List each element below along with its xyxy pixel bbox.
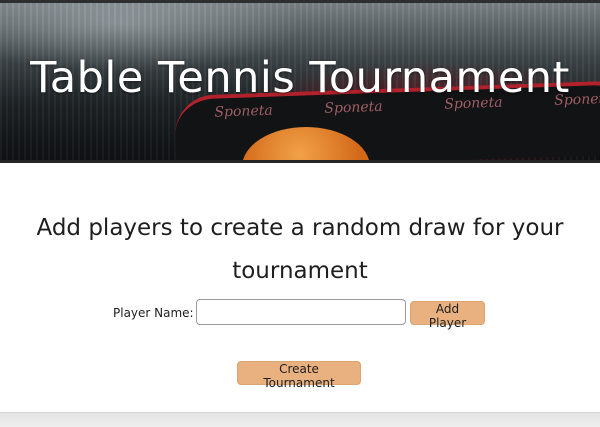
player-name-label: Player Name:	[113, 306, 194, 320]
player-name-input[interactable]	[196, 299, 406, 325]
create-tournament-button[interactable]: Create Tournament	[237, 361, 361, 390]
page-title: Table Tennis Tournament	[30, 53, 570, 103]
paddle-brand-text: Sponeta	[214, 102, 273, 121]
main-content: Add players to create a random draw for …	[0, 163, 600, 413]
intro-heading: Add players to create a random draw for …	[36, 215, 564, 284]
add-player-button[interactable]: Add Player	[410, 301, 485, 330]
page-bottom-edge	[0, 412, 600, 427]
hero-banner: Sponeta Sponeta Sponeta Sponeta Table Te…	[0, 3, 600, 162]
add-player-form: Player Name: Add Player	[0, 299, 600, 330]
